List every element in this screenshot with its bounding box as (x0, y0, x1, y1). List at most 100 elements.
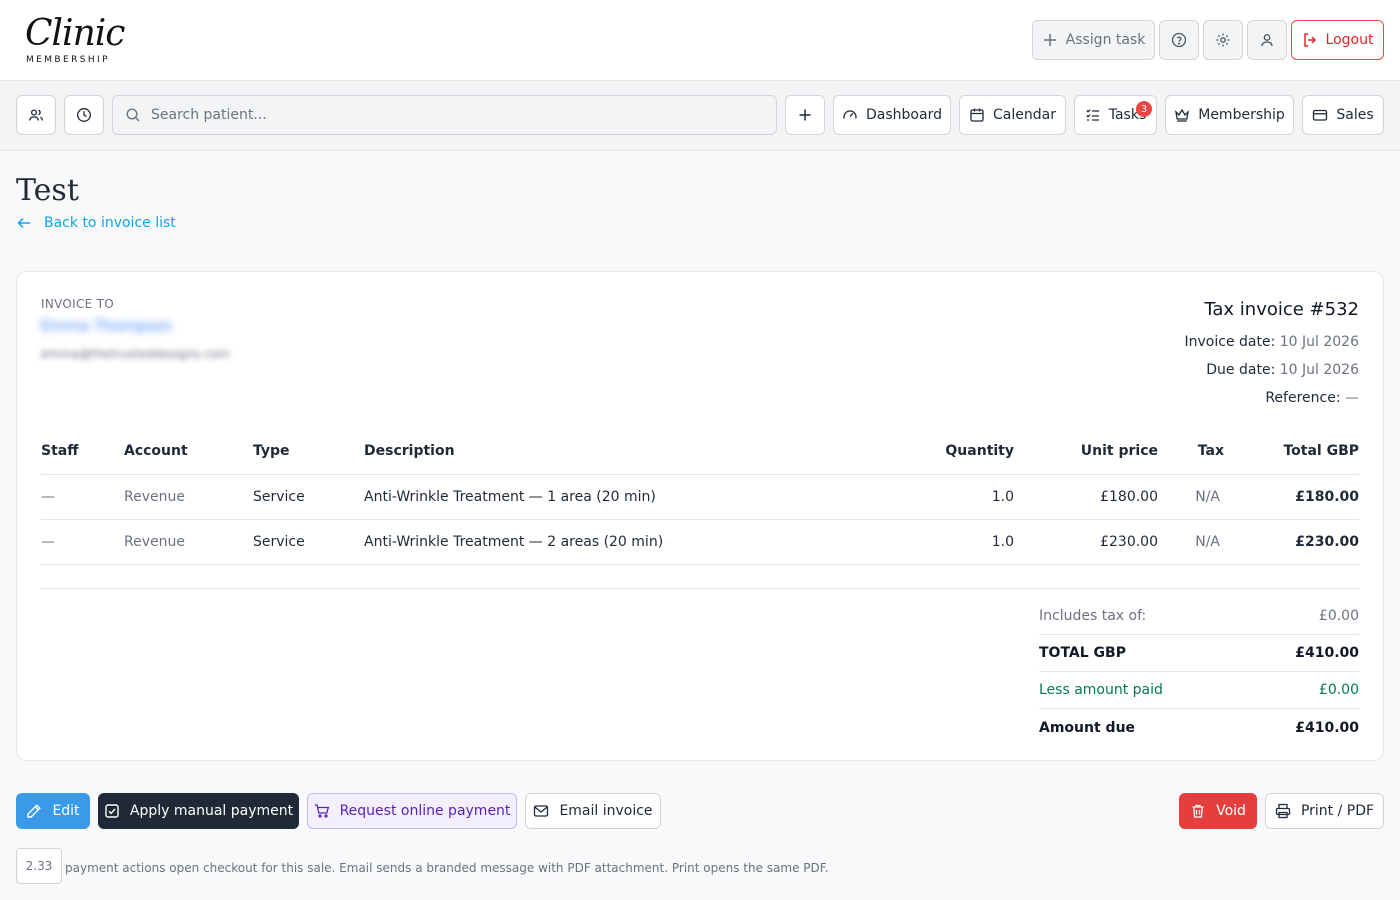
nav-calendar[interactable]: Calendar (959, 95, 1066, 135)
user-icon (1261, 34, 1273, 47)
due-date-label: Due date: (1206, 362, 1276, 378)
type-cell: Service (253, 519, 364, 565)
column-header: Total GBP (1250, 429, 1359, 475)
column-header: Description (364, 429, 809, 475)
invoice-title: Tax invoice #532 (1204, 299, 1359, 320)
back-to-invoice-list-link[interactable]: Back to invoice list (16, 215, 176, 231)
reference-value: — (1345, 390, 1359, 406)
amount-paid-row: Less amount paid £0.00 (1039, 672, 1359, 709)
checkbox-icon (105, 804, 119, 818)
column-header: Staff (41, 429, 124, 475)
help-circle-icon (1171, 32, 1187, 48)
help-button[interactable] (1159, 20, 1199, 60)
grand-total-value: £410.00 (1295, 645, 1359, 661)
profile-button[interactable] (1247, 20, 1287, 60)
nav-tasks[interactable]: Tasks 3 (1074, 95, 1157, 135)
payment-actions-note: payment actions open checkout for this s… (65, 861, 829, 875)
table-header-row: Staff Account Type Description Quantity … (41, 429, 1359, 475)
column-header: Type (253, 429, 364, 475)
description-cell: Anti-Wrinkle Treatment — 1 area (20 min) (364, 474, 809, 520)
invoice-line-items-table: Staff Account Type Description Quantity … (41, 429, 1359, 565)
reference-line: Reference: — (1265, 390, 1359, 406)
grand-total-label: TOTAL GBP (1039, 645, 1126, 661)
printer-icon (1275, 803, 1291, 819)
void-button[interactable]: Void (1179, 793, 1257, 829)
logout-label: Logout (1325, 32, 1374, 48)
clinic-logo[interactable]: Clinic MEMBERSHIP (16, 8, 130, 70)
back-link-label: Back to invoice list (44, 215, 176, 231)
gauge-icon (843, 110, 857, 119)
arrow-left-icon (17, 217, 30, 229)
invoice-date-line: Invoice date: 10 Jul 2026 (1185, 334, 1360, 350)
amount-due-row: Amount due £410.00 (1039, 709, 1359, 746)
total-cell: £180.00 (1250, 474, 1359, 520)
gear-icon (1216, 33, 1230, 47)
logout-button[interactable]: Logout (1291, 20, 1384, 60)
users-icon (28, 109, 44, 121)
amount-due-value: £410.00 (1295, 719, 1359, 736)
quantity-cell: 1.0 (809, 519, 1014, 565)
version-badge: 2.33 (16, 848, 62, 884)
total-cell: £230.00 (1250, 519, 1359, 565)
due-date-value: 10 Jul 2026 (1279, 362, 1359, 378)
tax-total-row: Includes tax of: £0.00 (1039, 598, 1359, 635)
edit-button[interactable]: Edit (16, 793, 90, 829)
history-button[interactable] (64, 95, 104, 135)
checklist-icon (1086, 109, 1099, 121)
staff-cell: — (41, 519, 124, 565)
credit-card-icon (1313, 109, 1328, 121)
nav-calendar-label: Calendar (993, 107, 1056, 123)
nav-membership[interactable]: Membership (1165, 95, 1294, 135)
column-header: Account (124, 429, 253, 475)
logout-icon (1303, 33, 1316, 47)
client-email: emma@thetrusteddesigns.com (41, 347, 230, 361)
logo-script-text: Clinic (25, 13, 125, 54)
request-online-payment-button[interactable]: Request online payment (307, 793, 517, 829)
crown-icon (1175, 108, 1190, 122)
invoice-to-label: INVOICE TO (41, 297, 115, 311)
tax-total-value: £0.00 (1318, 608, 1359, 624)
plus-icon (1043, 34, 1056, 46)
search-patient-field[interactable] (112, 95, 777, 135)
search-icon (126, 108, 140, 122)
edit-label: Edit (52, 803, 80, 819)
account-cell: Revenue (124, 474, 253, 520)
nav-sales[interactable]: Sales (1302, 95, 1384, 135)
assign-task-button[interactable]: Assign task (1032, 20, 1155, 60)
search-input[interactable] (151, 107, 751, 123)
tasks-count-badge: 3 (1136, 101, 1152, 117)
main-navbar: Dashboard Calendar Tasks 3 Membership Sa… (0, 81, 1400, 151)
settings-button[interactable] (1203, 20, 1243, 60)
invoice-date-value: 10 Jul 2026 (1279, 334, 1359, 350)
column-header: Unit price (1014, 429, 1158, 475)
logo-subtitle: MEMBERSHIP (26, 55, 110, 65)
totals-divider (41, 588, 1359, 589)
nav-dashboard[interactable]: Dashboard (833, 95, 951, 135)
apply-manual-payment-label: Apply manual payment (129, 803, 294, 819)
pencil-icon (27, 804, 42, 818)
print-pdf-label: Print / PDF (1300, 803, 1375, 819)
mail-icon (534, 805, 549, 817)
clock-icon (77, 108, 91, 122)
invoice-totals: Includes tax of: £0.00 TOTAL GBP £410.00… (1039, 598, 1359, 746)
tax-cell: N/A (1158, 519, 1250, 565)
table-row: — Revenue Service Anti-Wrinkle Treatment… (41, 474, 1359, 520)
quantity-cell: 1.0 (809, 474, 1014, 520)
type-cell: Service (253, 474, 364, 520)
staff-cell: — (41, 474, 124, 520)
plus-icon (799, 109, 811, 121)
due-date-line: Due date: 10 Jul 2026 (1206, 362, 1359, 378)
page-title: Test (16, 173, 79, 208)
apply-manual-payment-button[interactable]: Apply manual payment (98, 793, 299, 829)
add-new-button[interactable] (785, 95, 825, 135)
email-invoice-button[interactable]: Email invoice (525, 793, 661, 829)
invoice-card: INVOICE TO Emma Thompson emma@thetrusted… (16, 271, 1384, 761)
cart-icon (314, 804, 329, 818)
tax-total-label: Includes tax of: (1039, 608, 1147, 624)
tax-cell: N/A (1158, 474, 1250, 520)
print-pdf-button[interactable]: Print / PDF (1265, 793, 1384, 829)
patients-button[interactable] (16, 95, 56, 135)
invoice-date-label: Invoice date: (1184, 334, 1276, 350)
trash-icon (1192, 804, 1204, 818)
client-name[interactable]: Emma Thompson (41, 317, 172, 335)
